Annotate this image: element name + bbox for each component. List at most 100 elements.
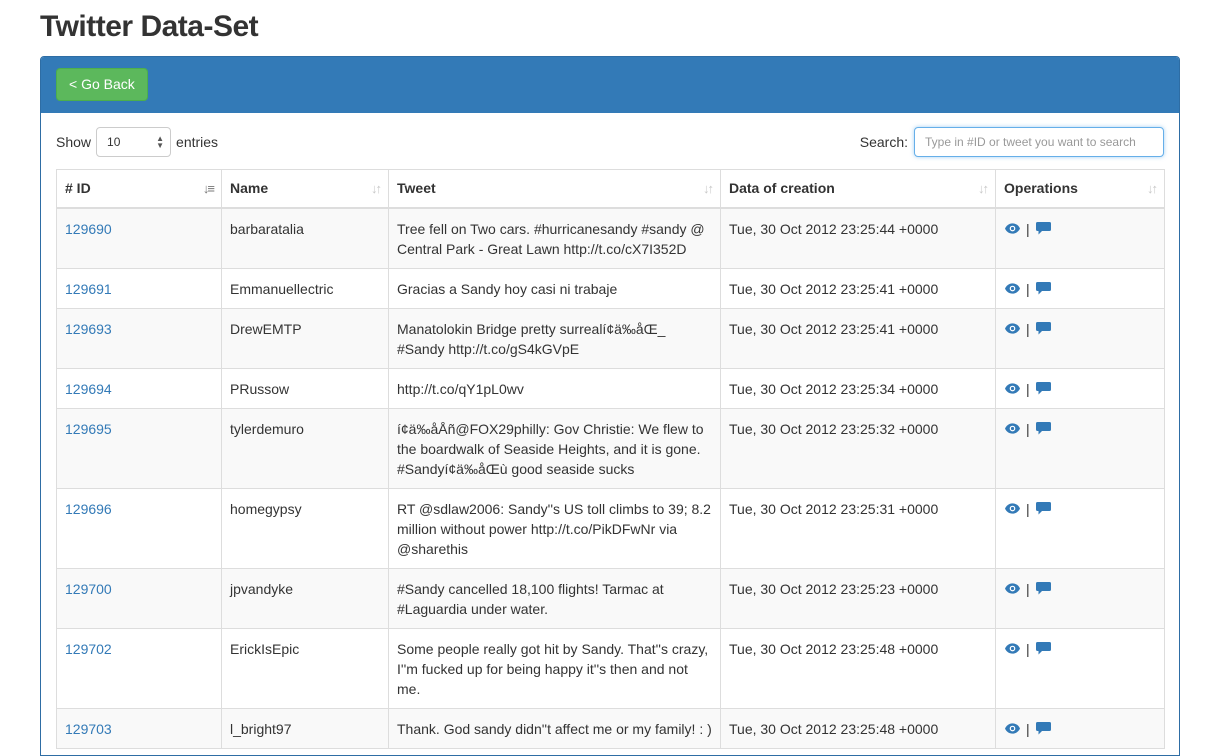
cell-name: ErickIsEpic <box>221 627 389 709</box>
operations-separator: | <box>1026 220 1030 237</box>
eye-icon[interactable] <box>1004 581 1020 597</box>
sort-icon: ↓↑ <box>703 181 714 196</box>
comment-icon[interactable] <box>1036 221 1052 237</box>
entries-select-value: 10 <box>107 135 121 149</box>
cell-date: Tue, 30 Oct 2012 23:25:48 +0000 <box>720 707 996 749</box>
comment-icon[interactable] <box>1036 641 1052 657</box>
cell-operations: | <box>995 407 1165 489</box>
search-label: Search: <box>859 134 908 150</box>
search-control: Search: <box>860 127 1164 157</box>
eye-icon[interactable] <box>1004 641 1020 657</box>
cell-operations: | <box>995 367 1165 409</box>
go-back-button[interactable]: < Go Back <box>56 68 148 101</box>
comment-icon[interactable] <box>1036 381 1052 397</box>
eye-icon[interactable] <box>1004 421 1020 437</box>
tweet-id-link[interactable]: 129690 <box>65 221 112 237</box>
cell-id: 129690 <box>56 207 222 269</box>
tweet-id-link[interactable]: 129703 <box>65 721 112 737</box>
table-row: 129695 tylerdemuro í¢ä‰åÅñ@FOX29philly: … <box>56 407 1165 489</box>
eye-icon[interactable] <box>1004 721 1020 737</box>
cell-tweet: Tree fell on Two cars. #hurricanesandy #… <box>388 207 721 269</box>
cell-date: Tue, 30 Oct 2012 23:25:23 +0000 <box>720 567 996 629</box>
cell-date: Tue, 30 Oct 2012 23:25:32 +0000 <box>720 407 996 489</box>
table-row: 129696 homegypsy RT @sdlaw2006: Sandy''s… <box>56 487 1165 569</box>
table-row: 129691 Emmanuellectric Gracias a Sandy h… <box>56 267 1165 309</box>
cell-operations: | <box>995 487 1165 569</box>
comment-icon[interactable] <box>1036 421 1052 437</box>
tweet-id-link[interactable]: 129702 <box>65 641 112 657</box>
eye-icon[interactable] <box>1004 321 1020 337</box>
tweets-table: # ID ↓≡ Name ↓↑ Tweet ↓↑ Data of creation ↓↑… <box>56 169 1165 749</box>
cell-id: 129691 <box>56 267 222 309</box>
cell-id: 129695 <box>56 407 222 489</box>
tweet-id-link[interactable]: 129691 <box>65 281 112 297</box>
operations-separator: | <box>1026 380 1030 397</box>
cell-name: Emmanuellectric <box>221 267 389 309</box>
search-input[interactable] <box>914 127 1164 157</box>
cell-name: homegypsy <box>221 487 389 569</box>
cell-operations: | <box>995 307 1165 369</box>
cell-operations: | <box>995 627 1165 709</box>
cell-name: barbaratalia <box>221 207 389 269</box>
cell-date: Tue, 30 Oct 2012 23:25:34 +0000 <box>720 367 996 409</box>
comment-icon[interactable] <box>1036 281 1052 297</box>
cell-id: 129694 <box>56 367 222 409</box>
tweet-id-link[interactable]: 129696 <box>65 501 112 517</box>
cell-operations: | <box>995 707 1165 749</box>
cell-name: l_bright97 <box>221 707 389 749</box>
cell-id: 129696 <box>56 487 222 569</box>
comment-icon[interactable] <box>1036 721 1052 737</box>
cell-id: 129700 <box>56 567 222 629</box>
operations-separator: | <box>1026 420 1030 437</box>
eye-icon[interactable] <box>1004 221 1020 237</box>
table-controls: Show 10 ▲ ▼ entries Search: <box>56 127 1164 157</box>
cell-tweet: Some people really got hit by Sandy. Tha… <box>388 627 721 709</box>
tweet-id-link[interactable]: 129694 <box>65 381 112 397</box>
panel-heading: < Go Back <box>41 57 1179 113</box>
column-header-name[interactable]: Name ↓↑ <box>221 169 389 209</box>
tweet-id-link[interactable]: 129695 <box>65 421 112 437</box>
cell-date: Tue, 30 Oct 2012 23:25:31 +0000 <box>720 487 996 569</box>
table-row: 129703 l_bright97 Thank. God sandy didn'… <box>56 707 1165 749</box>
operations-separator: | <box>1026 640 1030 657</box>
sort-icon: ↓↑ <box>978 181 989 196</box>
cell-date: Tue, 30 Oct 2012 23:25:48 +0000 <box>720 627 996 709</box>
cell-id: 129693 <box>56 307 222 369</box>
operations-separator: | <box>1026 580 1030 597</box>
column-header-operations[interactable]: Operations ↓↑ <box>995 169 1165 209</box>
operations-separator: | <box>1026 320 1030 337</box>
select-arrows-icon: ▲ ▼ <box>156 134 165 150</box>
eye-icon[interactable] <box>1004 281 1020 297</box>
cell-name: PRussow <box>221 367 389 409</box>
eye-icon[interactable] <box>1004 501 1020 517</box>
table-row: 129690 barbaratalia Tree fell on Two car… <box>56 207 1165 269</box>
cell-id: 129702 <box>56 627 222 709</box>
column-header-id[interactable]: # ID ↓≡ <box>56 169 222 209</box>
cell-operations: | <box>995 267 1165 309</box>
cell-name: DrewEMTP <box>221 307 389 369</box>
cell-operations: | <box>995 207 1165 269</box>
table-row: 129702 ErickIsEpic Some people really go… <box>56 627 1165 709</box>
cell-tweet: í¢ä‰åÅñ@FOX29philly: Gov Christie: We fl… <box>388 407 721 489</box>
eye-icon[interactable] <box>1004 381 1020 397</box>
entries-length-control: Show 10 ▲ ▼ entries <box>56 127 218 157</box>
comment-icon[interactable] <box>1036 581 1052 597</box>
column-header-date[interactable]: Data of creation ↓↑ <box>720 169 996 209</box>
comment-icon[interactable] <box>1036 501 1052 517</box>
cell-tweet: Gracias a Sandy hoy casi ni trabaje <box>388 267 721 309</box>
tweet-id-link[interactable]: 129700 <box>65 581 112 597</box>
table-header-row: # ID ↓≡ Name ↓↑ Tweet ↓↑ Data of creation ↓↑… <box>56 169 1165 209</box>
cell-tweet: Manatolokin Bridge pretty surrealí¢ä‰åŒ_… <box>388 307 721 369</box>
table-row: 129693 DrewEMTP Manatolokin Bridge prett… <box>56 307 1165 369</box>
entries-select[interactable]: 10 ▲ ▼ <box>96 127 172 157</box>
cell-date: Tue, 30 Oct 2012 23:25:44 +0000 <box>720 207 996 269</box>
cell-tweet: RT @sdlaw2006: Sandy''s US toll climbs t… <box>388 487 721 569</box>
operations-separator: | <box>1026 280 1030 297</box>
cell-date: Tue, 30 Oct 2012 23:25:41 +0000 <box>720 307 996 369</box>
column-header-tweet[interactable]: Tweet ↓↑ <box>388 169 721 209</box>
sort-ascending-icon: ↓≡ <box>202 181 215 196</box>
cell-id: 129703 <box>56 707 222 749</box>
tweet-id-link[interactable]: 129693 <box>65 321 112 337</box>
comment-icon[interactable] <box>1036 321 1052 337</box>
sort-icon: ↓↑ <box>371 181 382 196</box>
